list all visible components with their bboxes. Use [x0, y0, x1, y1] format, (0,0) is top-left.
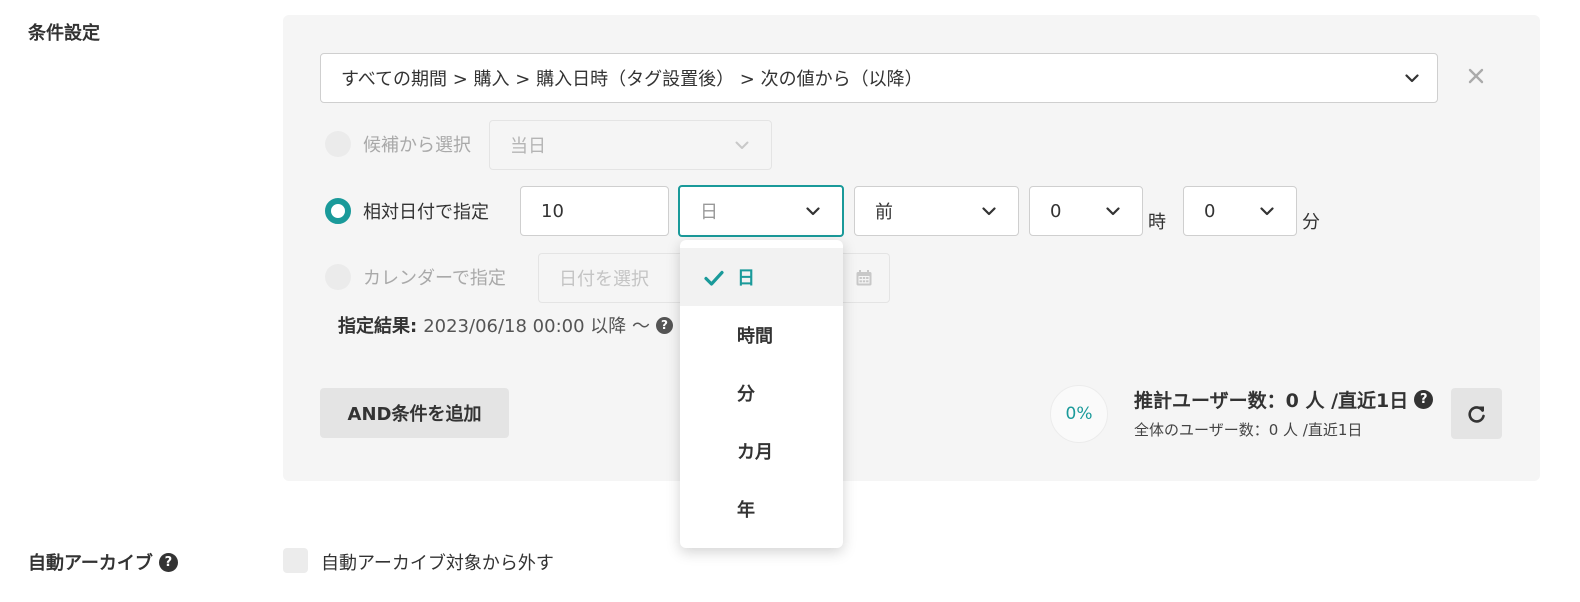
- unit-option-label: 分: [737, 384, 755, 405]
- unit-option-label: 日: [737, 268, 755, 289]
- option-calendar-label: カレンダーで指定: [363, 268, 506, 289]
- relative-minute-select[interactable]: 0: [1183, 186, 1297, 236]
- chevron-down-icon: [1260, 207, 1274, 216]
- archive-label: 自動アーカイブ: [28, 553, 153, 574]
- archive-exclude-label[interactable]: 自動アーカイブ対象から外す: [321, 549, 554, 575]
- estimate-main-text: 推計ユーザー数：0 人 /直近1日: [1134, 390, 1409, 412]
- option-candidate-label: 候補から選択: [363, 135, 471, 156]
- date-result-label: 指定結果:: [338, 316, 418, 337]
- archive-exclude-checkbox[interactable]: [283, 548, 308, 573]
- hour-suffix: 時: [1148, 212, 1166, 233]
- estimate-sub: 全体のユーザー数：0 人 /直近1日: [1134, 421, 1363, 439]
- calendar-icon: [856, 270, 872, 286]
- condition-path-select[interactable]: すべての期間 > 購入 > 購入日時（タグ設置後） > 次の値から（以降）: [320, 53, 1438, 103]
- minute-suffix: 分: [1302, 212, 1320, 233]
- unit-option-label: 時間: [737, 326, 773, 347]
- conditions-label: 条件設定: [28, 23, 100, 44]
- estimate-main: 推計ユーザー数：0 人 /直近1日 ?: [1134, 386, 1434, 413]
- chevron-down-icon: [735, 141, 749, 149]
- unit-option-hour[interactable]: 時間: [680, 306, 843, 364]
- relative-minute-value: 0: [1204, 200, 1216, 222]
- question-circle-icon[interactable]: ?: [656, 316, 673, 334]
- relative-hour-select[interactable]: 0: [1029, 186, 1143, 236]
- relative-unit-select[interactable]: 日: [678, 185, 844, 237]
- date-result-value: 2023/06/18 00:00 以降 〜: [423, 316, 650, 337]
- condition-path-value: すべての期間 > 購入 > 購入日時（タグ設置後） > 次の値から（以降）: [341, 69, 923, 90]
- relative-amount-value: 10: [541, 200, 564, 222]
- radio-calendar[interactable]: [325, 264, 351, 290]
- chevron-down-icon: [1106, 207, 1120, 216]
- refresh-button[interactable]: [1451, 388, 1502, 439]
- relative-unit-value: 日: [700, 202, 718, 223]
- unit-dropdown-menu: 日 時間 分 カ月 年: [680, 240, 843, 548]
- unit-option-month[interactable]: カ月: [680, 422, 843, 480]
- estimate-percent: 0%: [1065, 404, 1093, 424]
- relative-amount-input[interactable]: 10: [520, 186, 669, 236]
- archive-label-row: 自動アーカイブ ?: [28, 549, 178, 575]
- candidate-select-value: 当日: [510, 136, 546, 157]
- question-circle-icon[interactable]: ?: [158, 552, 178, 572]
- estimate-percent-circle: 0%: [1050, 385, 1108, 443]
- option-candidate[interactable]: 候補から選択: [325, 131, 471, 157]
- close-icon[interactable]: [1464, 64, 1488, 88]
- chevron-down-icon: [1405, 74, 1419, 83]
- option-relative-label: 相対日付で指定: [363, 202, 489, 223]
- chevron-down-icon: [982, 207, 996, 216]
- date-result: 指定結果: 2023/06/18 00:00 以降 〜 ?: [338, 312, 673, 338]
- option-calendar[interactable]: カレンダーで指定: [325, 264, 506, 290]
- add-and-condition-button[interactable]: AND条件を追加: [320, 388, 509, 438]
- relative-direction-select[interactable]: 前: [854, 186, 1019, 236]
- unit-option-minute[interactable]: 分: [680, 364, 843, 422]
- candidate-select[interactable]: 当日: [489, 120, 772, 170]
- radio-candidate[interactable]: [325, 131, 351, 157]
- check-icon: [704, 270, 724, 286]
- unit-option-label: 年: [737, 500, 755, 521]
- unit-option-label: カ月: [737, 442, 773, 463]
- radio-relative[interactable]: [325, 198, 351, 224]
- chevron-down-icon: [806, 207, 820, 216]
- unit-option-day[interactable]: 日: [680, 248, 843, 306]
- relative-direction-value: 前: [875, 202, 893, 223]
- option-relative[interactable]: 相対日付で指定: [325, 198, 489, 224]
- refresh-icon: [1467, 405, 1485, 423]
- relative-hour-value: 0: [1050, 200, 1062, 222]
- question-circle-icon[interactable]: ?: [1414, 390, 1434, 409]
- unit-option-year[interactable]: 年: [680, 480, 843, 538]
